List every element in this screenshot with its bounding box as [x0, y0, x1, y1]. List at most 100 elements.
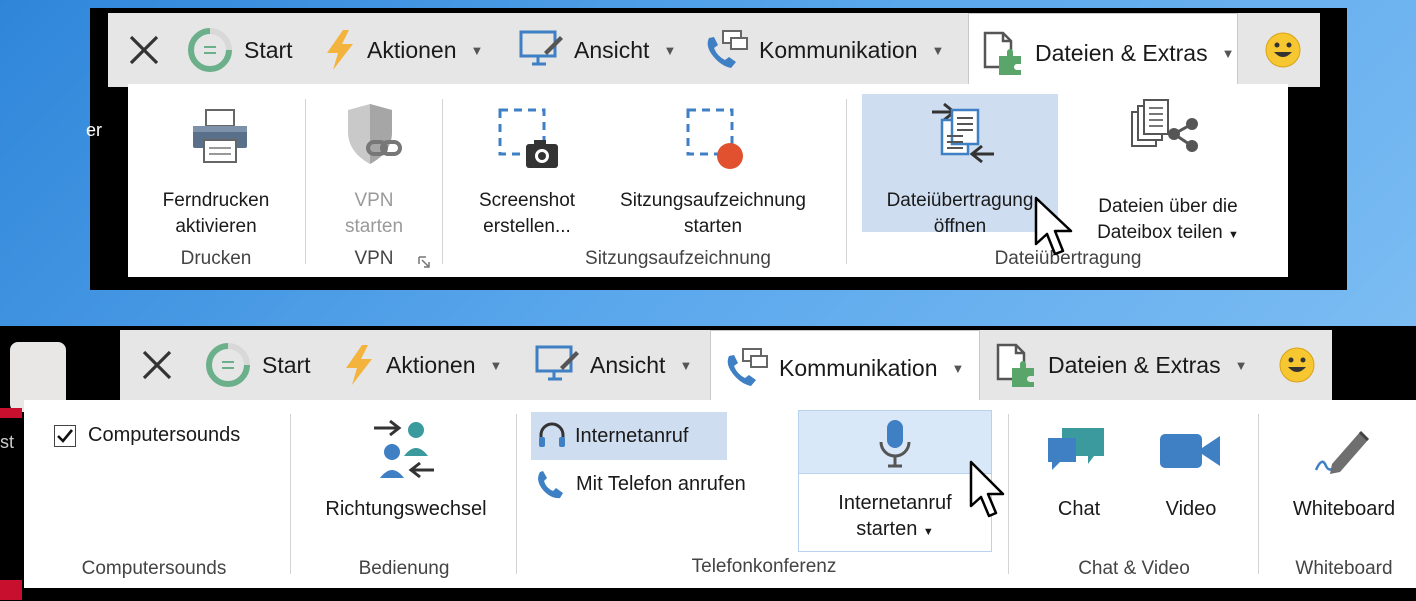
video-button[interactable]: Video [1146, 496, 1236, 522]
bottom-tab-kommunikation-label: Kommunikation [779, 354, 938, 381]
top-tab-start-label: Start [244, 36, 293, 63]
internetanruf-starten-label: Internetanruf starten ▼ [798, 490, 992, 545]
divider [516, 414, 517, 574]
computersounds-checkbox[interactable]: Computersounds [54, 424, 240, 447]
video-label: Video [1165, 498, 1217, 520]
whiteboard-label: Whiteboard [1292, 498, 1396, 520]
top-tab-start[interactable]: Start [186, 13, 306, 87]
vpn-label-1: VPN [354, 190, 394, 211]
bottom-tab-ansicht[interactable]: Ansicht ▼ [534, 330, 704, 400]
bottom-tab-dateien-extras[interactable]: Dateien & Extras ▼ [992, 330, 1252, 400]
divider [290, 414, 291, 574]
screenshot-label-2: erstellen... [483, 216, 571, 237]
richtungswechsel-label: Richtungswechsel [325, 498, 487, 520]
top-tab-ansicht-label: Ansicht [574, 36, 650, 63]
group-whiteboard: Whiteboard [1295, 558, 1393, 579]
monitor-icon [519, 30, 563, 66]
bottom-feedback-button[interactable] [1272, 330, 1322, 400]
top-tab-dateien-label: Dateien & Extras [1035, 39, 1208, 66]
group-bedienung: Bedienung [358, 558, 450, 579]
screenshot-button[interactable]: Screenshot erstellen... [462, 188, 592, 240]
record-icon [686, 108, 743, 169]
bottom-window: st Start Aktionen ▼ Ansicht ▼ Kommunikatio… [0, 326, 1416, 601]
dialog-launcher-icon[interactable] [418, 256, 430, 268]
whiteboard-button[interactable]: Whiteboard [1274, 496, 1414, 522]
chevron-down-icon: ▼ [931, 42, 945, 58]
divider [442, 99, 443, 264]
vpn-button[interactable]: VPN starten [324, 188, 424, 240]
direction-switch-icon [374, 419, 434, 479]
chat-label: Chat [1057, 498, 1101, 520]
phone-chat-icon [727, 348, 768, 386]
top-ribbon: Ferndrucken aktivieren Drucken VPN start… [128, 84, 1288, 277]
lightning-icon [327, 30, 353, 70]
group-chat-video: Chat & Video [1078, 558, 1190, 579]
dateiuebertragung-button[interactable]: Dateiübertragung öffnen [862, 188, 1058, 240]
file-transfer-icon [932, 102, 994, 164]
bottom-tab-ansicht-label: Ansicht [590, 351, 666, 378]
sitzungsaufzeichnung-button[interactable]: Sitzungsaufzeichnung starten [598, 188, 828, 240]
bottom-tab-aktionen[interactable]: Aktionen ▼ [342, 330, 522, 400]
bottom-tab-kommunikation[interactable]: Kommunikation ▼ [710, 330, 980, 405]
top-tab-aktionen[interactable]: Aktionen ▼ [323, 13, 503, 87]
chevron-down-icon: ▼ [470, 42, 484, 58]
internetanruf-button[interactable]: Internetanruf [531, 412, 727, 460]
group-vpn: VPN [354, 248, 394, 269]
chat-button[interactable]: Chat [1034, 496, 1124, 522]
computersounds-label: Computersounds [88, 424, 241, 446]
top-feedback-button[interactable] [1258, 13, 1308, 87]
start-icon [206, 343, 250, 387]
top-tab-dateien-extras[interactable]: Dateien & Extras ▼ [968, 13, 1238, 92]
top-tab-kommunikation[interactable]: Kommunikation ▼ [701, 13, 961, 87]
top-tab-ansicht[interactable]: Ansicht ▼ [518, 13, 688, 87]
chevron-down-icon: ▼ [679, 357, 693, 373]
group-telefonkonferenz: Telefonkonferenz [691, 556, 837, 577]
bottom-side-text: st [0, 432, 15, 452]
close-icon [129, 35, 159, 65]
chevron-down-icon: ▼ [951, 360, 965, 376]
phone-icon [538, 471, 563, 499]
file-puzzle-icon [983, 31, 1021, 75]
mouse-cursor-icon [969, 460, 1005, 518]
dateibox-label-1: Dateien über die [1098, 196, 1238, 217]
internetanruf-starten-label-1: Internetanruf [838, 492, 952, 514]
telefon-button[interactable]: Mit Telefon anrufen [534, 468, 746, 500]
bottom-close-button[interactable] [130, 330, 184, 400]
top-side-text: er [86, 120, 103, 140]
group-sitzungsaufzeichnung: Sitzungsaufzeichnung [585, 248, 771, 269]
screenshot-label-1: Screenshot [478, 190, 576, 211]
ferndrucken-button[interactable]: Ferndrucken aktivieren [148, 188, 284, 240]
chevron-down-icon: ▼ [663, 42, 677, 58]
top-close-button[interactable] [118, 13, 170, 87]
monitor-icon [535, 345, 579, 381]
top-tab-aktionen-label: Aktionen [367, 36, 457, 63]
divider [305, 99, 306, 264]
top-window: Start Aktionen ▼ Ansicht ▼ Kommunikation ▼ … [86, 8, 1347, 290]
group-drucken: Drucken [180, 248, 252, 269]
ferndrucken-label-1: Ferndrucken [162, 190, 270, 211]
chat-icon [1048, 428, 1104, 470]
group-computersounds: Computersounds [81, 558, 227, 579]
dropdown-arrow-icon: ▼ [922, 526, 934, 538]
chevron-down-icon: ▼ [489, 357, 503, 373]
internetanruf-starten-label-2: starten [856, 518, 918, 540]
richtungswechsel-button[interactable]: Richtungswechsel [306, 496, 506, 522]
microphone-icon [879, 420, 911, 468]
video-camera-icon [1160, 434, 1220, 468]
bottom-tab-start[interactable]: Start [204, 330, 324, 400]
start-icon [188, 28, 232, 72]
divider [1258, 414, 1259, 574]
dateibox-button[interactable]: Dateien über die Dateibox teilen ▼ [1068, 194, 1268, 248]
mouse-cursor-icon [1034, 196, 1073, 256]
vpn-label-2: starten [344, 216, 404, 237]
top-tab-bar: Start Aktionen ▼ Ansicht ▼ Kommunikation ▼ … [108, 13, 1320, 92]
background-red-mark [0, 408, 22, 418]
screenshot-icon [498, 108, 558, 168]
file-puzzle-icon [996, 343, 1034, 387]
divider [1008, 414, 1009, 574]
sitzung-label-1: Sitzungsaufzeichnung [620, 190, 806, 211]
phone-chat-icon [707, 30, 748, 68]
background-red-mark [0, 580, 22, 600]
dropdown-arrow-icon: ▼ [1228, 229, 1239, 241]
vpn-shield-icon [348, 104, 402, 164]
